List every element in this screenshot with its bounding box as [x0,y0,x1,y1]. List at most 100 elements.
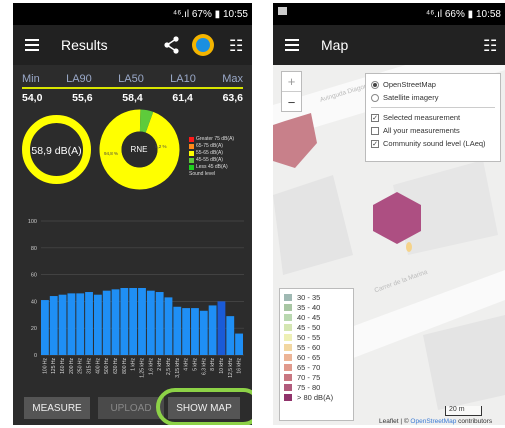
app-bar: Map ☷ [273,25,505,65]
map-legend-item: 65 - 70 [284,363,349,373]
spectrum-bar [199,310,208,355]
menu-icon[interactable] [25,39,39,51]
menu-icon[interactable] [285,39,299,51]
x-tick-label: 250 Hz [78,358,84,374]
stat-value: 61,4 [172,92,193,104]
x-tick-label: 630 Hz [113,358,119,374]
spectrum-bar [191,308,199,355]
status-bar: ⁴⁶.ıl 67% ▮ 10:55 [13,3,252,25]
app-bar: Results ☷ [13,25,252,65]
layer-option[interactable]: OpenStreetMap [371,78,495,91]
results-screen: ⁴⁶.ıl 67% ▮ 10:55 Results ☷ Min LA90 LA50 L… [13,3,252,425]
stats-divider [22,87,243,89]
map-legend-item: 45 - 50 [284,322,349,332]
map-legend-swatch [284,374,292,382]
frequency-spectrum-chart: 0 20 40 60 80 100 100 Hz 125 Hz 160 Hz 200 Hz 250 … [28,219,244,378]
map-legend-item: 70 - 75 [284,373,349,383]
stat-value: 55,6 [72,92,93,104]
stat-header: Min [22,73,40,85]
x-tick-label: 6,3 kHz [201,358,207,375]
layer-option[interactable]: ✓ Selected measurement [371,111,495,124]
spectrum-bar [173,306,182,355]
highlight-circle [156,388,252,425]
map-legend-item: 55 - 60 [284,342,349,352]
settings-sliders-icon[interactable]: ☷ [229,36,243,56]
stat-header: Max [222,73,243,85]
radio-button[interactable] [371,93,379,102]
x-tick-label: 2 kHz [157,358,163,371]
sound-level-map-legend: 30 - 35 35 - 40 40 - 45 45 - 50 50 - 55 55 - … [279,288,354,421]
x-tick-label: 3,15 kHz [175,358,181,378]
x-tick-label: 4 kHz [184,358,190,371]
spectrum-bar [129,288,138,355]
radio-button[interactable] [371,80,379,89]
settings-sliders-icon[interactable]: ☷ [483,36,497,56]
map-legend-label: 30 - 35 [297,292,321,302]
layer-option-label: Satellite imagery [383,93,439,102]
donut-main-label: 94,8 % [104,151,119,156]
x-tick-label: 16 kHz [237,358,243,374]
zoom-in-button[interactable]: + [282,72,301,92]
spectrum-bar [85,292,93,355]
spectrum-bar [120,288,129,355]
x-tick-label: 1,25 kHz [140,358,146,378]
x-tick-label: 125 Hz [51,358,57,374]
legend-swatch [189,144,194,149]
spectrum-bar [182,308,191,355]
donut-slice-label: 5,2 % [155,144,167,149]
x-tick-label: 100 Hz [42,358,48,374]
x-tick-label: 315 Hz [87,358,93,374]
x-tick-label: 5 kHz [192,358,198,371]
measure-button[interactable]: MEASURE [24,397,90,419]
map-legend-item: 75 - 80 [284,383,349,393]
stat-value: 58,4 [122,92,143,104]
spectrum-bar [208,305,217,355]
map-legend-swatch [284,313,292,321]
map-legend-swatch [284,303,292,311]
map-legend-item: 30 - 35 [284,292,349,302]
stat-header: LA90 [66,73,92,85]
page-title: Map [321,37,349,53]
map-legend-swatch [284,333,292,341]
checkbox[interactable]: ✓ [371,139,379,148]
spectrum-bar [226,316,235,355]
active-button[interactable] [192,34,214,56]
legend-item: 65-75 dB(A) [189,143,234,150]
spectrum-bar [138,288,146,355]
map-legend-item: 50 - 55 [284,332,349,342]
legend-item: 45-55 dB(A) [189,157,234,164]
spectrum-bar [76,293,85,355]
openstreetmap-link[interactable]: OpenStreetMap [410,418,456,425]
upload-button[interactable]: UPLOAD [98,397,164,419]
status-bar: ⁴⁶.ıl 66% ▮ 10:58 [273,3,505,25]
scale-bar: 20 m [445,406,482,416]
sound-level-legend: Greater 75 dB(A) 65-75 dB(A) 55-65 dB(A) 45… [189,136,234,178]
layer-option[interactable]: All your measurements [371,124,495,137]
y-tick-label: 40 [31,299,37,305]
y-tick-label: 60 [31,273,37,279]
map-legend-swatch [284,293,292,301]
share-icon[interactable] [163,36,180,54]
checkbox[interactable] [371,126,379,135]
zoom-out-button[interactable]: − [282,92,301,112]
statistics-table: Min LA90 LA50 LA10 Max 54,0 55,6 58,4 61,4 63,6 [22,73,243,104]
layer-option[interactable]: ✓ Community sound level (LAeq) [371,137,495,150]
checkbox[interactable]: ✓ [371,113,379,122]
legend-label: 45-55 dB(A) [196,157,223,163]
spectrum-bar [102,290,111,355]
spectrum-bar [93,294,102,355]
map-legend-label: 40 - 45 [297,312,321,322]
layer-option[interactable]: Satellite imagery [371,91,495,104]
map-legend-label: 50 - 55 [297,332,321,342]
donut-center-label: RNE [130,145,148,154]
spectrum-bar [164,297,173,355]
map-attribution: Leaflet | © OpenStreetMap contributors [379,418,493,425]
map-legend-item: 40 - 45 [284,312,349,322]
legend-title: Sound level [189,171,216,177]
spectrum-bar [58,294,67,355]
leq-gauge: 58,9 dB(A) [22,115,91,184]
layers-divider [371,107,495,108]
legend-swatch [189,158,194,163]
map-legend-item: 60 - 65 [284,353,349,363]
x-tick-label: 160 Hz [60,358,66,374]
